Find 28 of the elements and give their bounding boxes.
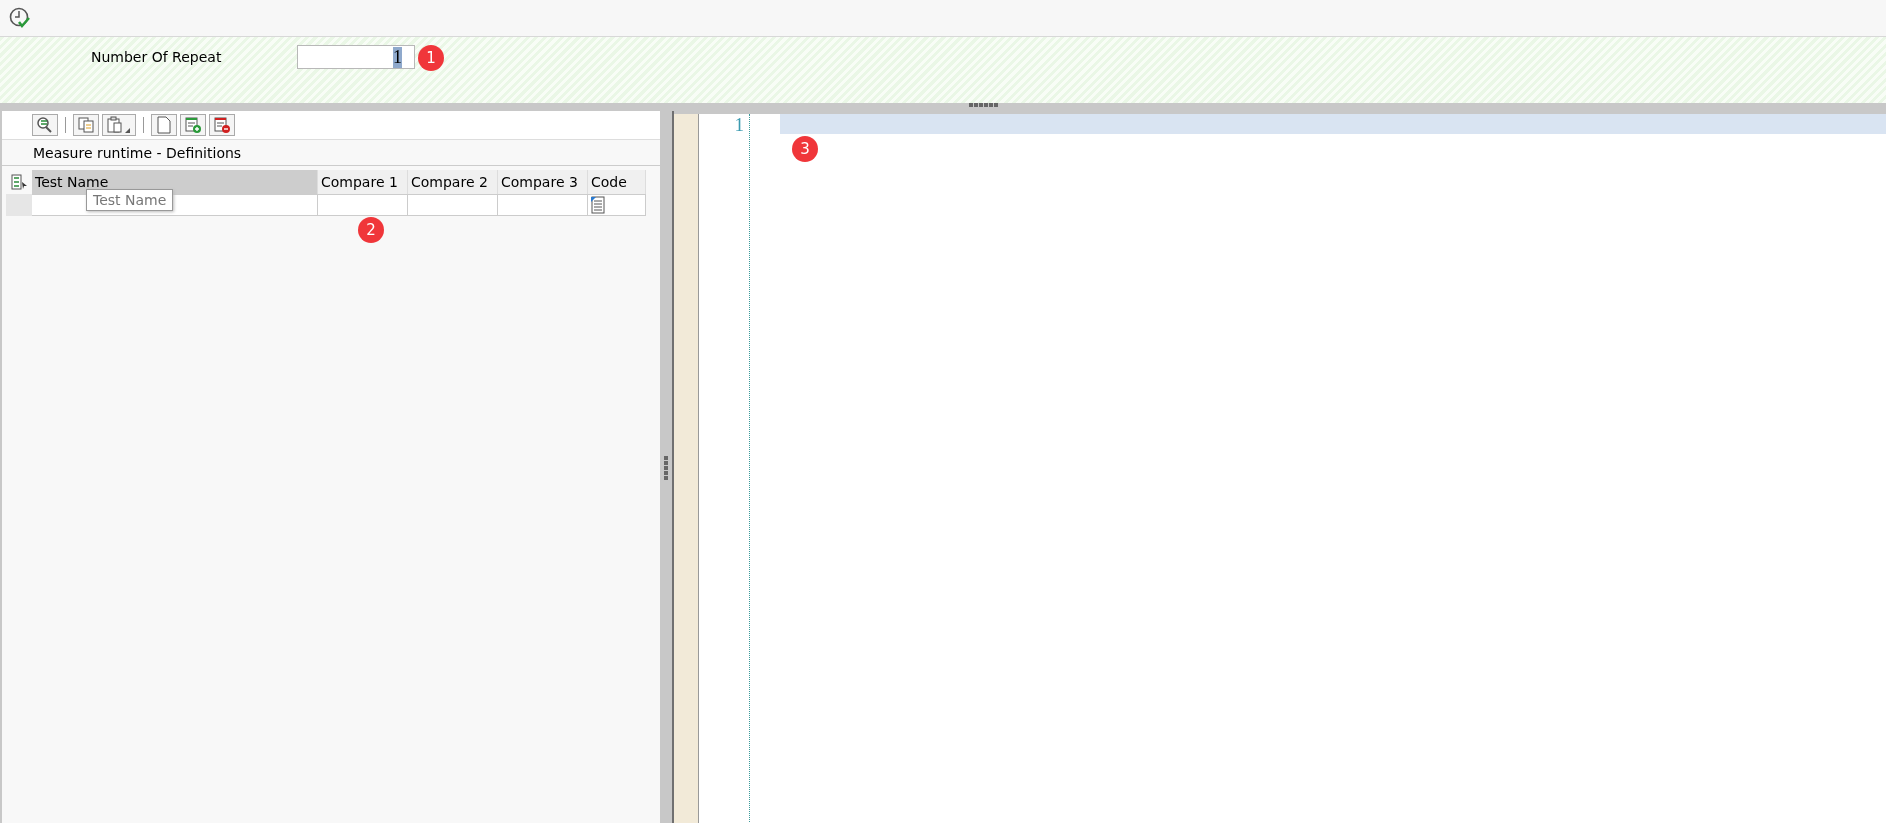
table-cell[interactable] — [318, 194, 408, 216]
annotation-marker: 1 — [418, 45, 444, 71]
new-document-button[interactable] — [151, 114, 177, 136]
column-header[interactable]: Code — [588, 170, 646, 194]
annotation-marker: 3 — [792, 136, 818, 162]
column-header[interactable]: Compare 3 — [498, 170, 588, 194]
input-field[interactable]: 1 — [297, 45, 415, 69]
annotation-marker: 2 — [358, 217, 384, 243]
tooltip: Test Name — [86, 189, 174, 211]
column-header[interactable]: Test Name — [32, 170, 318, 194]
column-header[interactable]: Compare 1 — [318, 170, 408, 194]
table-cell[interactable] — [588, 194, 646, 216]
add-row-button[interactable] — [180, 114, 206, 136]
table-title: Measure runtime - Definitions — [2, 140, 660, 166]
column-header[interactable]: Compare 2 — [408, 170, 498, 194]
table-cell[interactable] — [408, 194, 498, 216]
copy-button[interactable] — [73, 114, 99, 136]
paste-button[interactable] — [102, 114, 136, 136]
code-editor-icon[interactable] — [590, 196, 606, 214]
column-settings-icon[interactable] — [10, 173, 28, 191]
delete-row-button[interactable] — [209, 114, 235, 136]
details-button[interactable] — [32, 114, 58, 136]
splitter-grip-icon[interactable] — [664, 455, 668, 480]
table-cell[interactable] — [498, 194, 588, 216]
line-number: 1 — [734, 114, 744, 136]
field-label: Number Of Repeat — [91, 48, 223, 67]
splitter-grip-icon[interactable] — [968, 103, 998, 107]
execute-clock-icon[interactable] — [8, 6, 32, 30]
